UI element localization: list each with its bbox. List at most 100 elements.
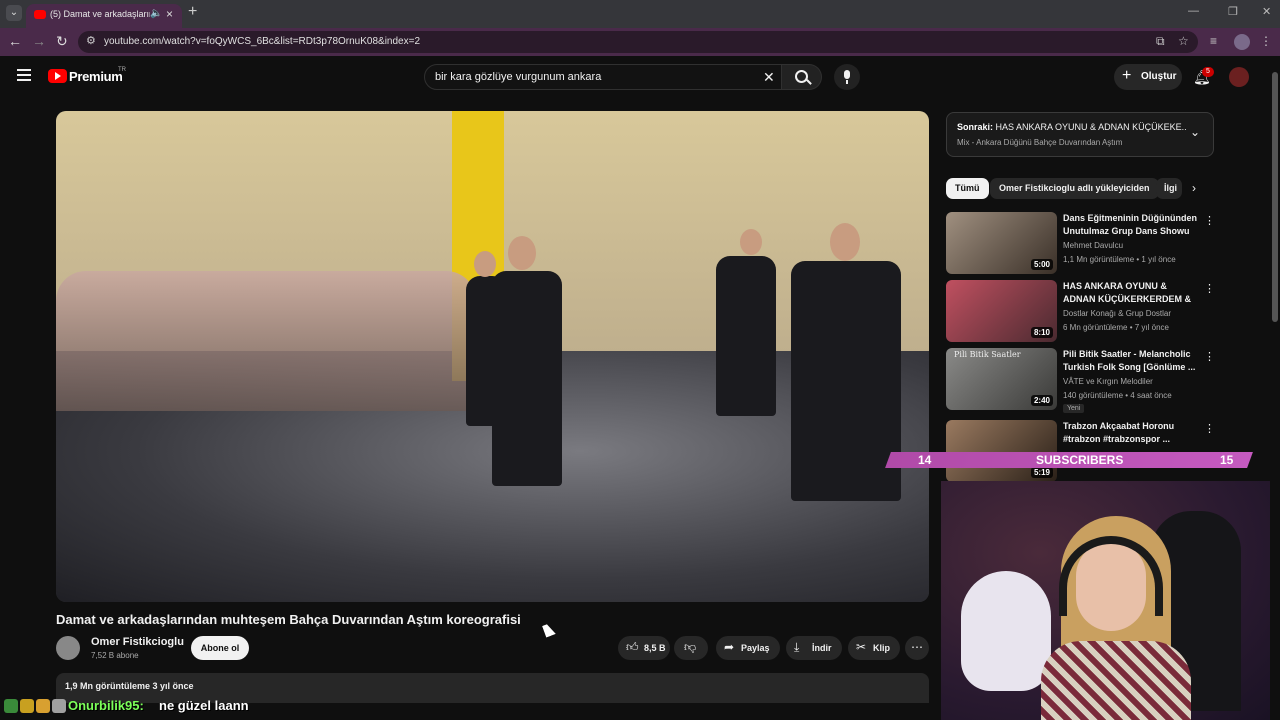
up-next-label: Sonraki: — [957, 122, 994, 132]
recommendation-channel[interactable]: Dostlar Konağı & Grup Dostlar — [1063, 309, 1171, 318]
chip-uploader[interactable]: Omer Fistikcioglu adlı yükleyiciden — [990, 178, 1159, 199]
clip-button[interactable]: ✂ Klip — [848, 636, 900, 660]
recommendation-channel[interactable]: Mehmet Davulcu — [1063, 241, 1123, 250]
recommendation-item[interactable]: 5:00 Dans Eğitmeninin Düğününden Unutulm… — [946, 212, 1215, 278]
youtube-logo-icon[interactable] — [48, 69, 67, 83]
thumbs-down-icon: 👎︎ — [684, 640, 697, 654]
thumbs-up-icon: 👍︎ — [626, 640, 639, 654]
plus-icon: + — [1122, 67, 1132, 84]
recommendation-title[interactable]: Trabzon Akçaabat Horonu #trabzon #trabzo… — [1063, 420, 1198, 446]
chat-badge-icon — [36, 699, 50, 713]
chevron-right-icon[interactable]: › — [1192, 181, 1196, 195]
up-next-panel[interactable]: Sonraki: HAS ANKARA OYUNU & ADNAN KÜÇÜKE… — [946, 112, 1214, 157]
recommendation-meta: 140 görüntüleme • 4 saat önce — [1063, 391, 1172, 400]
tab-title: (5) Damat ve arkadaşlarında — [50, 9, 150, 19]
recommendation-meta: 1,1 Mn görüntüleme • 1 yıl önce — [1063, 255, 1176, 264]
close-window-icon[interactable]: ✕ — [1262, 5, 1271, 18]
video-player[interactable] — [56, 111, 929, 602]
browser-tab[interactable]: (5) Damat ve arkadaşlarında 🔈 × — [26, 4, 182, 28]
user-avatar[interactable] — [1229, 67, 1249, 87]
more-horiz-icon: ⋯ — [911, 640, 923, 654]
new-tab-button[interactable]: + — [188, 3, 197, 21]
search-icon[interactable] — [782, 64, 822, 90]
thumbnail-caption: Pili Bitik Saatler — [954, 350, 1021, 359]
more-actions-button[interactable]: ⋯ — [905, 636, 929, 660]
chip-related[interactable]: İlgi — [1156, 178, 1182, 199]
chat-badge-icon — [20, 699, 34, 713]
video-dancer-head — [474, 251, 496, 277]
recommendation-thumbnail[interactable]: 5:00 — [946, 212, 1057, 274]
recommendation-item[interactable]: Pili Bitik Saatler 2:40 Pili Bitik Saatl… — [946, 348, 1215, 414]
channel-name[interactable]: Omer Fistikcioglu — [91, 636, 184, 648]
more-vert-icon[interactable]: ⋮ — [1204, 422, 1215, 435]
notification-badge: 5 — [1202, 67, 1214, 77]
download-button[interactable]: ⤓ İndir — [786, 636, 842, 660]
recommendation-thumbnail[interactable]: 8:10 — [946, 280, 1057, 342]
webcam-streamer-sweater — [1041, 641, 1191, 720]
recommendation-thumbnail[interactable]: 5:19 — [946, 420, 1057, 482]
subscribe-button[interactable]: Abone ol — [191, 636, 249, 660]
scroll-thumb[interactable] — [1272, 72, 1278, 322]
youtube-favicon-icon — [34, 10, 46, 19]
duration-badge: 2:40 — [1030, 395, 1053, 406]
recommendation-item[interactable]: 8:10 HAS ANKARA OYUNU & ADNAN KÜÇÜKERKER… — [946, 280, 1215, 346]
youtube-header: Premium TR bir kara gözlüye vurgunum ank… — [0, 56, 1270, 98]
up-next-title: HAS ANKARA OYUNU & ADNAN KÜÇÜKEKE... — [995, 122, 1187, 132]
maximize-icon[interactable]: ❐ — [1228, 5, 1238, 18]
like-count: 8,5 B — [644, 643, 666, 653]
page-scrollbar[interactable] — [1270, 62, 1280, 720]
more-vert-icon[interactable]: ⋮ — [1204, 214, 1215, 227]
tab-close-icon[interactable]: × — [166, 7, 173, 21]
channel-avatar[interactable] — [56, 636, 80, 660]
brand-label[interactable]: Premium — [69, 69, 123, 84]
back-icon[interactable]: ← — [8, 33, 22, 49]
duration-badge: 5:19 — [1030, 467, 1053, 478]
browser-menu-icon[interactable]: ⋮ — [1260, 34, 1272, 48]
duration-badge: 5:00 — [1030, 259, 1053, 270]
site-info-icon[interactable]: ⚙ — [86, 34, 96, 47]
media-controls-icon[interactable]: ≡ — [1210, 34, 1217, 48]
hamburger-menu-icon[interactable] — [17, 69, 31, 81]
share-label: Paylaş — [741, 643, 770, 653]
address-bar[interactable]: ⚙ youtube.com/watch?v=foQyWCS_6Bc&list=R… — [78, 31, 1198, 53]
more-vert-icon[interactable]: ⋮ — [1204, 282, 1215, 295]
sub-current: 14 — [918, 453, 932, 467]
microphone-icon[interactable] — [834, 64, 860, 90]
like-button[interactable]: 👍︎ 8,5 B — [618, 636, 670, 660]
video-dancer-head — [740, 229, 762, 255]
subscriber-goal-bar: 14 SUBSCRIBERS 15 — [885, 452, 1253, 468]
share-icon: ➦ — [724, 640, 735, 654]
chip-all[interactable]: Tümü — [946, 178, 989, 199]
video-title: Damat ve arkadaşlarından muhteşem Bahça … — [56, 612, 521, 627]
share-button[interactable]: ➦ Paylaş — [716, 636, 780, 660]
bookmark-star-icon[interactable]: ☆ — [1178, 34, 1189, 48]
tab-search-button[interactable]: ⌄ — [6, 5, 22, 21]
clear-search-icon[interactable]: ✕ — [763, 69, 775, 86]
recommendation-title[interactable]: HAS ANKARA OYUNU & ADNAN KÜÇÜKERKERDEM &… — [1063, 280, 1198, 306]
views-date: 1,9 Mn görüntüleme 3 yıl önce — [65, 681, 194, 691]
more-vert-icon[interactable]: ⋮ — [1204, 350, 1215, 363]
reload-icon[interactable]: ↻ — [56, 33, 68, 50]
download-icon: ⤓ — [794, 640, 800, 654]
minimize-icon[interactable]: — — [1188, 5, 1199, 17]
chevron-down-icon[interactable]: ⌄ — [1190, 125, 1200, 139]
dislike-button[interactable]: 👎︎ — [674, 636, 708, 660]
recommendation-title[interactable]: Pili Bitik Saatler - Melancholic Turkish… — [1063, 348, 1198, 374]
recommendation-channel[interactable]: VÂTE ve Kırgın Melodiler — [1063, 377, 1153, 386]
speaker-icon[interactable]: 🔈 — [150, 8, 162, 19]
recommendation-thumbnail[interactable]: Pili Bitik Saatler 2:40 — [946, 348, 1057, 410]
scissors-icon: ✂ — [856, 640, 867, 654]
create-label: Oluştur — [1141, 71, 1177, 82]
recommendation-title[interactable]: Dans Eğitmeninin Düğününden Unutulmaz Gr… — [1063, 212, 1198, 238]
download-label: İndir — [812, 643, 832, 653]
sub-label: SUBSCRIBERS — [1036, 453, 1124, 467]
search-input[interactable]: bir kara gözlüye vurgunum ankara ✕ — [424, 64, 782, 90]
clip-label: Klip — [873, 643, 890, 653]
duration-badge: 8:10 — [1030, 327, 1053, 338]
create-button[interactable]: + Oluştur — [1114, 64, 1182, 90]
install-icon[interactable]: ⧉ — [1156, 34, 1165, 49]
forward-icon[interactable]: → — [32, 33, 46, 49]
browser-profile-avatar[interactable] — [1234, 34, 1250, 50]
search-query: bir kara gözlüye vurgunum ankara — [435, 71, 602, 83]
video-dancer — [716, 256, 776, 416]
